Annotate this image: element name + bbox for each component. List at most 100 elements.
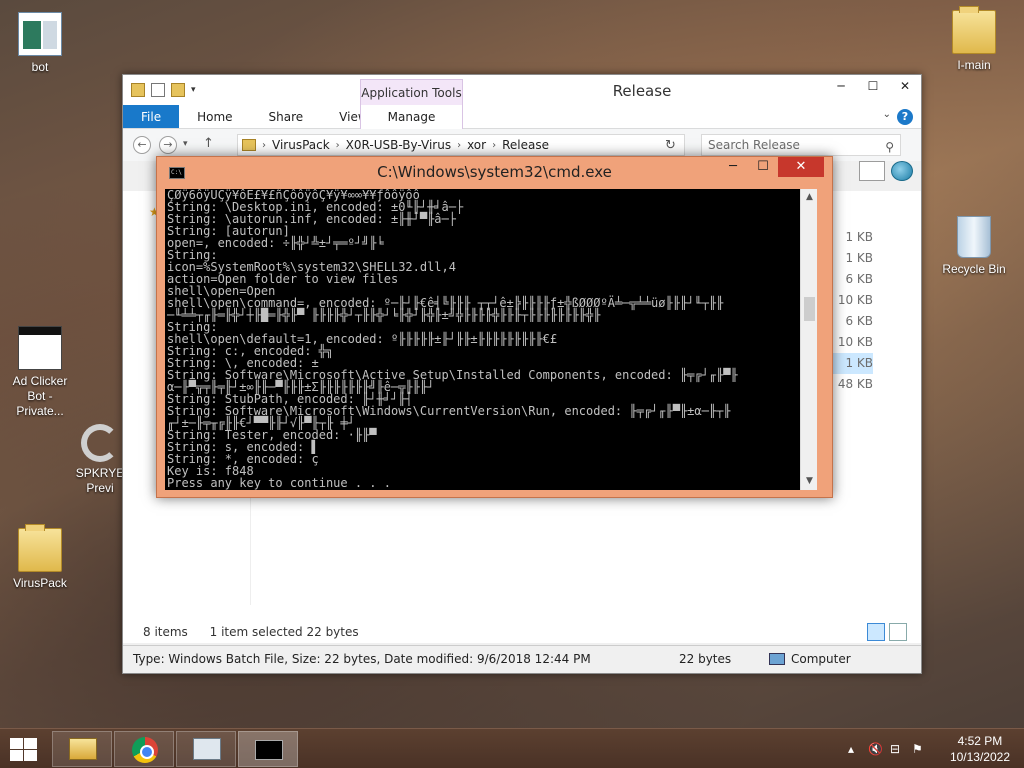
- monitor-icon: [193, 738, 221, 760]
- search-placeholder: Search Release: [708, 138, 800, 152]
- globe-icon[interactable]: [891, 161, 913, 181]
- tab-file[interactable]: File: [123, 105, 180, 128]
- system-tray: ▴ 🔇 ⊟ ⚑ 4:52 PM 10/13/2022: [844, 729, 1024, 768]
- file-details: Type: Windows Batch File, Size: 22 bytes…: [133, 652, 591, 666]
- windows-logo-icon: [24, 738, 37, 749]
- cmd-window[interactable]: C:\Windows\system32\cmd.exe ─ ☐ ✕ ÇØÿ6ôÿ…: [156, 156, 833, 498]
- volume-muted-icon[interactable]: 🔇: [868, 742, 883, 756]
- explorer-titlebar[interactable]: ▾ Application Tools Release ─ ☐ ✕: [123, 75, 921, 107]
- clock-time: 4:52 PM: [957, 734, 1003, 748]
- windows-logo-icon: [10, 750, 23, 761]
- search-input[interactable]: Search Release ⚲: [701, 134, 901, 156]
- close-button[interactable]: ✕: [889, 75, 921, 97]
- selection-info: 1 item selected 22 bytes: [209, 625, 359, 639]
- console-line: ─╙╧╧┬╓╟═╟╬┘┼╟█═╟╬╟▀ ╟╟╟╟╬┘┬╟╟╬┘╘╟╬┘╟╬╟±╝…: [167, 308, 601, 322]
- recycle-bin-icon: [957, 216, 991, 258]
- network-icon[interactable]: ⊟: [890, 742, 900, 756]
- desktop-icon-spkrye[interactable]: SPKRYE Previ: [70, 424, 130, 496]
- desktop-icon-ad-clicker[interactable]: Ad Clicker Bot - Private...: [2, 326, 78, 419]
- minimize-button[interactable]: ─: [825, 75, 857, 97]
- location-detail: Computer: [769, 646, 851, 672]
- desktop-icon-label: SPKRYE Previ: [75, 466, 125, 495]
- breadcrumb-viruspack[interactable]: VirusPack: [272, 138, 330, 152]
- taskbar-resource-monitor[interactable]: [176, 731, 236, 767]
- desktop-icon-i-main[interactable]: I-main: [936, 6, 1012, 73]
- clock-date: 10/13/2022: [949, 750, 1010, 764]
- console-line: open=, encoded: ÷╟╬┘╩±┘╤═º┘╝╟╘: [167, 236, 384, 250]
- scroll-up-icon[interactable]: ▲: [801, 189, 817, 206]
- breadcrumb-release[interactable]: Release: [502, 138, 549, 152]
- tab-home[interactable]: Home: [179, 105, 250, 128]
- search-icon[interactable]: ⚲: [885, 137, 894, 157]
- window-controls: ─ ☐ ✕: [825, 75, 921, 97]
- tab-manage[interactable]: Manage: [360, 105, 463, 129]
- desktop-icon-label: VirusPack: [13, 576, 67, 590]
- minimize-button[interactable]: ─: [718, 157, 748, 177]
- cmd-icon: [255, 740, 283, 760]
- desktop-icon-label: Ad Clicker Bot - Private...: [12, 374, 68, 418]
- details-view-icon[interactable]: [867, 623, 885, 641]
- action-center-icon[interactable]: ⚑: [912, 742, 923, 756]
- chevron-right-icon[interactable]: ›: [336, 140, 340, 151]
- cmd-window-controls: ─ ☐ ✕: [718, 157, 824, 177]
- up-arrow-icon[interactable]: ↑: [203, 136, 214, 151]
- address-bar[interactable]: › VirusPack › X0R-USB-By-Virus › xor › R…: [237, 134, 685, 156]
- show-hidden-icons-icon[interactable]: ▴: [848, 742, 854, 756]
- expand-ribbon-icon[interactable]: ⌄: [883, 109, 891, 120]
- ribbon-tabs: File Home Share View Manage ⌄ ?: [123, 105, 921, 129]
- window-icon: [18, 12, 62, 56]
- breadcrumb-x0r-usb[interactable]: X0R-USB-By-Virus: [346, 138, 451, 152]
- help-icon[interactable]: ?: [897, 109, 913, 125]
- scrollbar-thumb[interactable]: [804, 297, 815, 321]
- folder-icon: [242, 139, 256, 151]
- refresh-icon[interactable]: ↻: [665, 138, 676, 153]
- breadcrumb-xor[interactable]: xor: [467, 138, 486, 152]
- details-bar: Type: Windows Batch File, Size: 22 bytes…: [123, 645, 921, 673]
- refresh-icon: [81, 424, 119, 462]
- desktop-icon-viruspack[interactable]: VirusPack: [2, 524, 78, 591]
- tab-share[interactable]: Share: [251, 105, 322, 128]
- item-count: 8 items: [143, 625, 188, 639]
- desktop-icon-label: I-main: [957, 58, 991, 72]
- view-buttons: [867, 623, 907, 641]
- console-output[interactable]: ÇØÿ6ôÿÜÇÿ¥ôÉ£¥£ñÇôôÿôÇ¥ÿ¥∞∞¥¥ƒôôÿôô Strin…: [165, 189, 817, 490]
- computer-icon: [769, 653, 785, 665]
- taskbar-file-explorer[interactable]: [52, 731, 112, 767]
- close-button[interactable]: ✕: [778, 157, 824, 177]
- app-icon: [18, 326, 62, 370]
- desktop-icon-label: Recycle Bin: [942, 262, 1006, 276]
- folder-icon: [952, 6, 996, 54]
- desktop-icon-label: bot: [31, 60, 49, 74]
- chevron-right-icon[interactable]: ›: [262, 140, 266, 151]
- windows-logo-icon: [24, 750, 37, 761]
- back-button[interactable]: ←: [133, 136, 151, 154]
- vertical-scrollbar[interactable]: ▲ ▼: [800, 189, 817, 490]
- folder-icon: [18, 524, 62, 572]
- cmd-titlebar[interactable]: C:\Windows\system32\cmd.exe ─ ☐ ✕: [157, 157, 832, 189]
- console-line: Press any key to continue . . .: [167, 476, 391, 490]
- taskbar-cmd[interactable]: [238, 731, 298, 767]
- preview-pane-icon[interactable]: [859, 161, 885, 181]
- desktop-icon-recycle-bin[interactable]: Recycle Bin: [936, 216, 1012, 277]
- maximize-button[interactable]: ☐: [857, 75, 889, 97]
- maximize-button[interactable]: ☐: [748, 157, 778, 177]
- status-bar: 8 items 1 item selected 22 bytes: [123, 621, 921, 643]
- chevron-right-icon[interactable]: ›: [457, 140, 461, 151]
- start-button[interactable]: [8, 737, 38, 761]
- chevron-right-icon[interactable]: ›: [492, 140, 496, 151]
- clock[interactable]: 4:52 PM 10/13/2022: [950, 733, 1010, 765]
- location-label: Computer: [791, 652, 851, 666]
- chrome-icon: [132, 737, 158, 763]
- taskbar-chrome[interactable]: [114, 731, 174, 767]
- large-icons-view-icon[interactable]: [889, 623, 907, 641]
- view-toggles: [859, 161, 913, 181]
- desktop-icon-bot[interactable]: bot: [2, 12, 78, 75]
- taskbar: ▴ 🔇 ⊟ ⚑ 4:52 PM 10/13/2022: [0, 728, 1024, 768]
- forward-button[interactable]: →: [159, 136, 177, 154]
- scroll-down-icon[interactable]: ▼: [801, 473, 817, 490]
- folder-icon: [69, 738, 97, 760]
- file-size-detail: 22 bytes: [679, 652, 732, 666]
- console-text: ÇØÿ6ôÿÜÇÿ¥ôÉ£¥£ñÇôôÿôÇ¥ÿ¥∞∞¥¥ƒôôÿôô Strin…: [167, 189, 738, 489]
- window-title: Release: [612, 82, 672, 100]
- recent-locations-icon[interactable]: ▾: [183, 139, 188, 149]
